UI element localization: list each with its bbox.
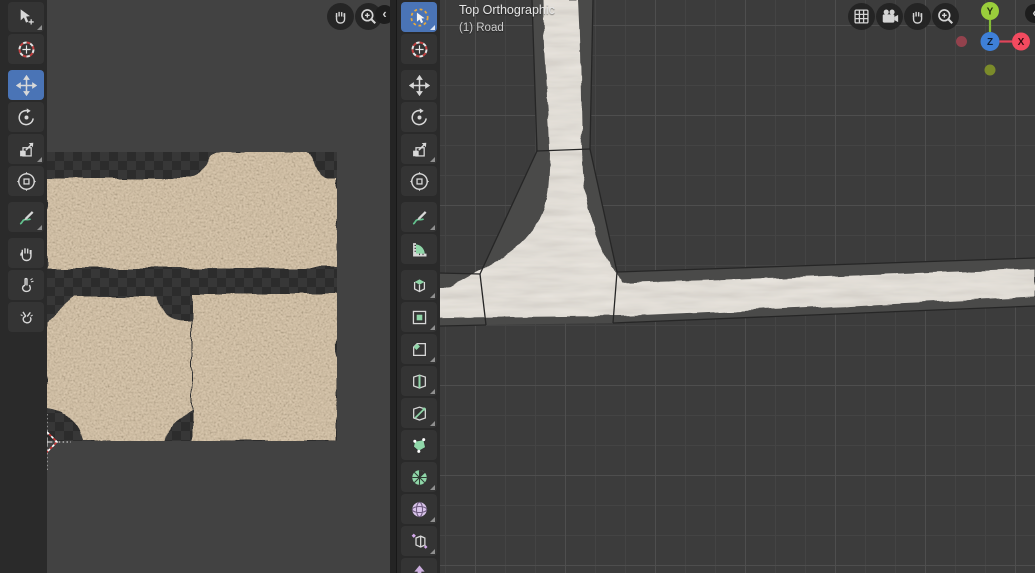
uv-image-editor[interactable]: ‹ <box>0 0 390 573</box>
tool-transform[interactable] <box>401 166 437 196</box>
axis-x-label: X <box>1018 37 1025 48</box>
collapse-arrow-icon[interactable]: ‹ <box>375 5 390 24</box>
tool-poly-build[interactable] <box>401 430 437 460</box>
tool-knife[interactable] <box>401 398 437 428</box>
grab-icon <box>16 243 37 264</box>
editor-separator[interactable] <box>390 0 397 573</box>
tool-rip-region[interactable] <box>401 526 437 556</box>
bevel-icon <box>409 339 430 360</box>
rip-icon <box>409 531 430 552</box>
transform-icon <box>409 171 430 192</box>
nav-toggle-camera-view-button[interactable] <box>875 2 903 30</box>
tool-tweak-select[interactable] <box>8 2 44 32</box>
tool-shrink-fatten[interactable] <box>401 558 437 573</box>
tool-inset-faces[interactable] <box>401 302 437 332</box>
tool-uv-sculpt-relax[interactable] <box>8 270 44 300</box>
tool-rotate[interactable] <box>8 102 44 132</box>
tool-cursor-3d[interactable] <box>401 34 437 64</box>
hand-icon <box>330 6 351 27</box>
tool-cursor-2d[interactable] <box>8 34 44 64</box>
measure-icon <box>409 239 430 260</box>
tool-scale[interactable] <box>8 134 44 164</box>
tool-rotate[interactable] <box>401 102 437 132</box>
scale-icon <box>16 139 37 160</box>
polybuild-icon <box>409 435 430 456</box>
navigation-gizmo[interactable]: Y Z X <box>950 0 1035 85</box>
selcircle-icon <box>409 7 430 28</box>
tool-select-circle[interactable] <box>401 2 437 32</box>
tool-scale[interactable] <box>401 134 437 164</box>
view-mode-label: Top Orthographic <box>459 3 555 17</box>
knife-icon <box>409 403 430 424</box>
axis-z-label: Z <box>987 37 993 48</box>
relax-icon <box>16 275 37 296</box>
hand-icon <box>907 6 928 27</box>
tool-move[interactable] <box>401 70 437 100</box>
spin-icon <box>409 467 430 488</box>
tool-extrude-region[interactable] <box>401 270 437 300</box>
rotate-icon <box>16 107 37 128</box>
cursor-icon <box>16 39 37 60</box>
tool-annotate[interactable] <box>401 202 437 232</box>
axis-x-negative-ball[interactable] <box>956 36 967 47</box>
pinch-icon <box>16 307 37 328</box>
gridproj-icon <box>851 6 872 27</box>
3d-viewport[interactable]: Top Orthographic (1) Road Y Z X ‹ <box>397 0 1035 573</box>
viewport-toolbar <box>397 0 440 573</box>
road-mesh <box>397 0 1035 328</box>
nav-pan-button[interactable] <box>326 2 354 30</box>
tool-smooth[interactable] <box>401 494 437 524</box>
axis-y-label: Y <box>987 7 994 18</box>
tool-bevel[interactable] <box>401 334 437 364</box>
nav-toggle-projection-button[interactable] <box>847 2 875 30</box>
nav-pan-button[interactable] <box>903 2 931 30</box>
object-info-label: (1) Road <box>459 22 504 34</box>
extrude-icon <box>409 275 430 296</box>
tool-transform[interactable] <box>8 166 44 196</box>
tool-uv-sculpt-grab[interactable] <box>8 238 44 268</box>
tweak-icon <box>16 7 37 28</box>
blender-window: ‹ Top Orthographic (1) Road Y Z X <box>0 0 1035 573</box>
tool-measure[interactable] <box>401 234 437 264</box>
tool-loop-cut[interactable] <box>401 366 437 396</box>
move-icon <box>15 74 37 96</box>
inset-icon <box>409 307 430 328</box>
tool-uv-sculpt-pinch[interactable] <box>8 302 44 332</box>
transform-icon <box>16 171 37 192</box>
annotate-icon <box>409 207 430 228</box>
cursor-icon <box>409 39 430 60</box>
axis-y-negative-ball[interactable] <box>984 64 996 76</box>
tool-spin[interactable] <box>401 462 437 492</box>
rotate-icon <box>409 107 430 128</box>
loopcut-icon <box>409 371 430 392</box>
scale-icon <box>409 139 430 160</box>
uv-texture-image <box>46 152 337 441</box>
shrink-icon <box>409 563 430 573</box>
camera-icon <box>879 6 900 27</box>
move-icon <box>408 74 430 96</box>
annotate-icon <box>16 207 37 228</box>
tool-annotate[interactable] <box>8 202 44 232</box>
uv-editor-toolbar <box>0 0 47 573</box>
tool-move[interactable] <box>8 70 44 100</box>
smooth-icon <box>409 499 430 520</box>
